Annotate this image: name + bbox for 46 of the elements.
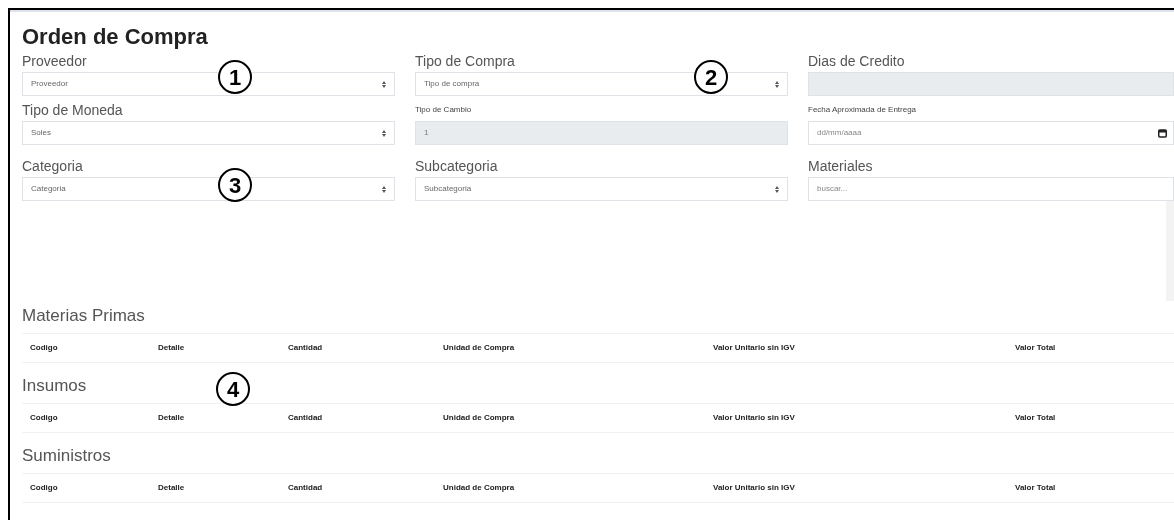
column-header: Valor Unitario sin IGV [713,412,796,424]
caret-icon [382,129,386,137]
field-label: Fecha Aproximada de Entrega [808,104,918,116]
date-field[interactable]: dd/mm/aaaa [808,121,1174,145]
column-header: Codigo [30,482,59,494]
field-label: Dias de Credito [808,51,906,71]
field-label: Categoria [22,156,84,176]
field-label: Proveedor [22,51,88,71]
field-label: Subcategoria [415,156,499,176]
section-heading: Materias Primas [22,305,145,327]
caret-icon [382,185,386,193]
caret-icon [775,80,779,88]
column-header: Valor Total [1015,342,1057,354]
field-label: Tipo de Cambio [415,104,473,116]
caret-icon [382,80,386,88]
column-header: Unidad de Compra [443,412,516,424]
column-header: Codigo [30,342,59,354]
column-header: Cantidad [288,482,324,494]
callout-number: 2 [694,60,728,94]
column-header: Unidad de Compra [443,342,516,354]
field-label: Tipo de Moneda [22,100,124,120]
field-label: Materiales [808,156,874,176]
column-header: Detalle [158,342,186,354]
column-header: Valor Total [1015,482,1057,494]
page-title: Orden de Compra [22,24,209,50]
section-heading: Suministros [22,445,111,467]
section-heading: Insumos [22,375,87,397]
caret-icon [775,185,779,193]
calendar-icon[interactable] [1158,128,1167,138]
callout-number: 3 [218,168,252,202]
column-header: Unidad de Compra [443,482,516,494]
callout-number: 1 [218,60,252,94]
search-field[interactable]: buscar... [808,177,1174,201]
column-header: Valor Total [1015,412,1057,424]
column-header: Cantidad [288,342,324,354]
column-header: Valor Unitario sin IGV [713,482,796,494]
select-field[interactable]: Subcategoria [415,177,788,201]
column-header: Cantidad [288,412,324,424]
column-header: Detalle [158,482,186,494]
callout-number: 4 [216,372,250,406]
field-label: Tipo de Compra [415,51,516,71]
column-header: Detalle [158,412,186,424]
select-field[interactable]: Soles [22,121,395,145]
column-header: Valor Unitario sin IGV [713,342,796,354]
scrollbar[interactable] [1166,201,1174,301]
column-header: Codigo [30,412,59,424]
